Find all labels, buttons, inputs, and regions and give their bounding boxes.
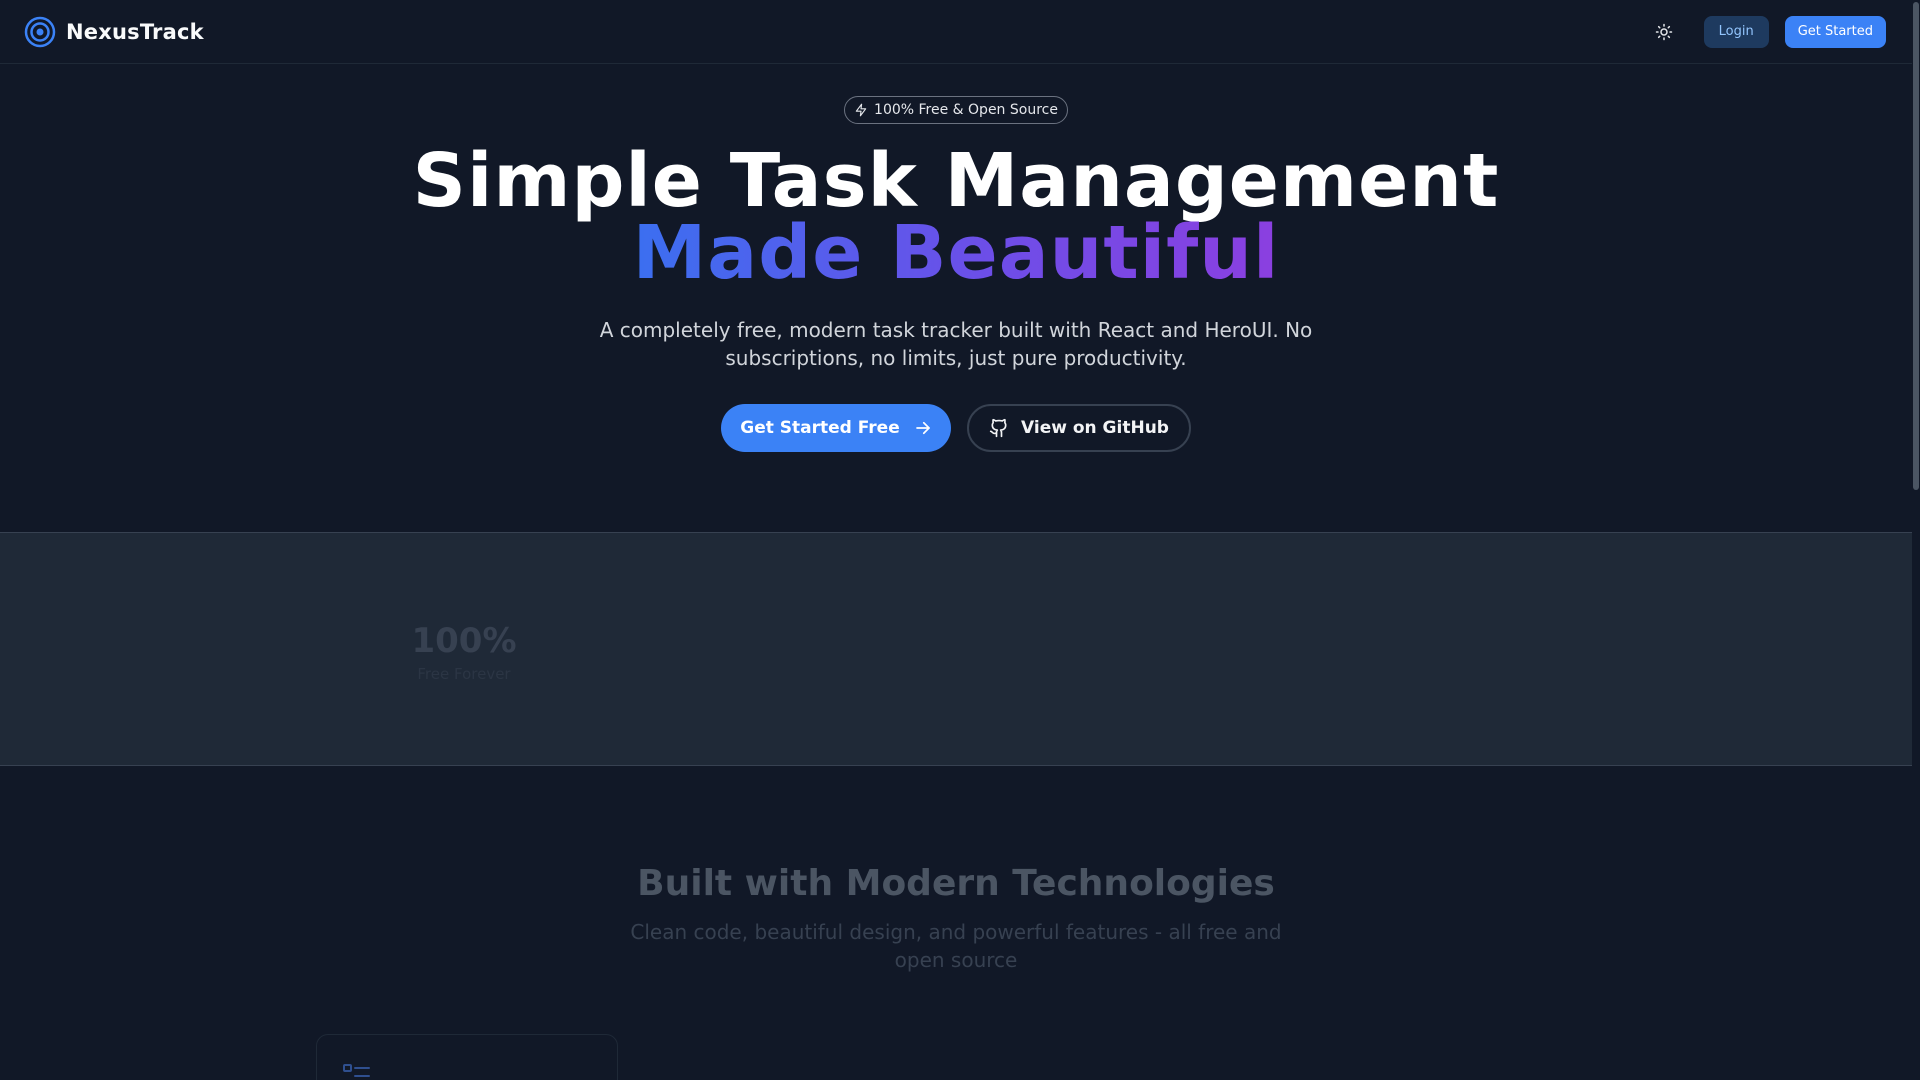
hero-title-accent: Made Beautiful (0, 216, 1912, 290)
arrow-right-icon (915, 421, 930, 435)
theme-toggle-button[interactable] (1646, 14, 1682, 50)
technologies-title: Built with Modern Technologies (637, 863, 1275, 904)
stat-value: 100% (411, 621, 517, 661)
stat-item: 100% Free Forever (364, 621, 564, 683)
get-started-free-button[interactable]: Get Started Free (721, 404, 951, 452)
lightning-icon (855, 103, 867, 117)
badge-text: 100% Free & Open Source (874, 102, 1058, 118)
hero-title: Simple Task Management (412, 138, 1500, 224)
technologies-subtitle: Clean code, beautiful design, and powerf… (630, 920, 1282, 972)
view-github-button[interactable]: View on GitHub (967, 404, 1191, 452)
hero-subtitle: A completely free, modern task tracker b… (599, 318, 1313, 370)
target-icon (24, 16, 56, 47)
get-started-free-label: Get Started Free (740, 418, 900, 438)
get-started-button[interactable]: Get Started (1784, 15, 1886, 48)
scrollbar-thumb[interactable] (1913, 2, 1919, 490)
stats-section: 100% Free Forever (0, 532, 1912, 766)
brand[interactable]: NexusTrack (24, 16, 204, 48)
header-actions: Login Get Started (1646, 14, 1886, 50)
sun-icon (1655, 23, 1672, 40)
list-icon (343, 1064, 370, 1077)
landing-page: NexusTrack Login Get Started 100% Free &… (0, 0, 1920, 1080)
hero-section: 100% Free & Open Source Simple Task Mana… (0, 64, 1912, 532)
technologies-section: Built with Modern Technologies Clean cod… (0, 766, 1912, 1080)
stat-label: Free Forever (417, 665, 511, 683)
scrollbar[interactable] (1912, 0, 1920, 1080)
github-icon (989, 418, 1007, 438)
hero-title-gradient: Made Beautiful (632, 210, 1280, 296)
brand-name: NexusTrack (66, 19, 204, 44)
view-github-label: View on GitHub (1021, 418, 1169, 438)
top-navbar: NexusTrack Login Get Started (0, 0, 1912, 64)
open-source-badge: 100% Free & Open Source (844, 96, 1068, 124)
hero-buttons: Get Started Free View on GitHub (0, 404, 1912, 452)
login-button[interactable]: Login (1703, 15, 1769, 48)
feature-card (316, 1034, 618, 1080)
